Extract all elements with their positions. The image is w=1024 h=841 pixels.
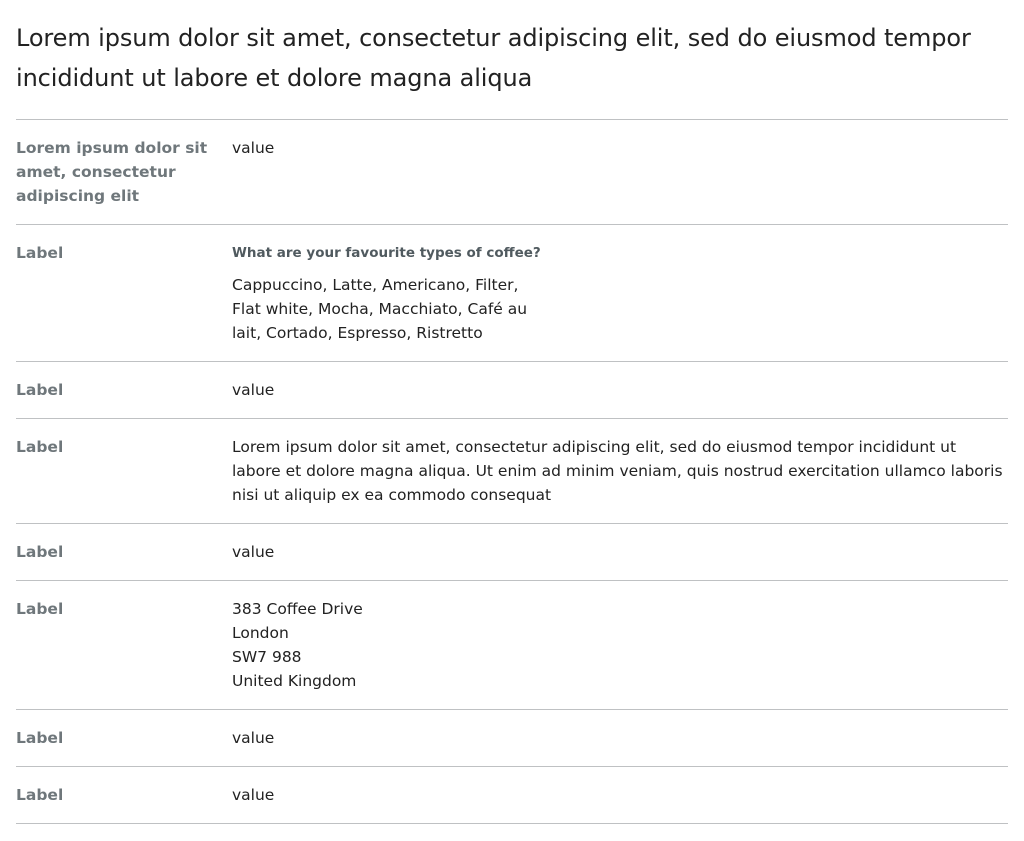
summary-row: Label value (16, 767, 1008, 824)
summary-key: Label (16, 786, 64, 804)
summary-value: What are your favourite types of coffee?… (232, 241, 1008, 345)
question-text: What are your favourite types of coffee? (232, 245, 541, 261)
summary-row: Label 383 Coffee Drive London SW7 988 Un… (16, 581, 1008, 710)
summary-value: value (232, 543, 275, 561)
summary-key: Label (16, 543, 64, 561)
summary-key: Label (16, 244, 64, 262)
summary-value: Lorem ipsum dolor sit amet, consectetur … (232, 438, 1003, 504)
summary-list: Lorem ipsum dolor sit amet, consectetur … (16, 119, 1008, 824)
page: Lorem ipsum dolor sit amet, consectetur … (0, 0, 1024, 824)
page-heading: Lorem ipsum dolor sit amet, consectetur … (16, 24, 971, 92)
summary-key: Label (16, 438, 64, 456)
answer-text: Cappuccino, Latte, Americano, Filter, Fl… (232, 276, 528, 342)
summary-row: Label value (16, 362, 1008, 419)
summary-row: Lorem ipsum dolor sit amet, consectetur … (16, 120, 1008, 225)
summary-value: value (232, 786, 275, 804)
address-line: United Kingdom (232, 672, 357, 690)
summary-row: Label What are your favourite types of c… (16, 225, 1008, 362)
summary-key: Lorem ipsum dolor sit amet, consectetur … (16, 139, 208, 205)
summary-key: Label (16, 381, 64, 399)
summary-row: Label value (16, 710, 1008, 767)
address-line: SW7 988 (232, 648, 302, 666)
summary-value: value (232, 729, 275, 747)
summary-row: Label Lorem ipsum dolor sit amet, consec… (16, 419, 1008, 524)
address-line: 383 Coffee Drive (232, 600, 363, 618)
summary-value: value (232, 381, 275, 399)
address-line: London (232, 624, 289, 642)
address-value: 383 Coffee Drive London SW7 988 United K… (232, 597, 1008, 693)
summary-row: Label value (16, 524, 1008, 581)
summary-key: Label (16, 729, 64, 747)
summary-value: value (232, 139, 275, 157)
summary-key: Label (16, 600, 64, 618)
